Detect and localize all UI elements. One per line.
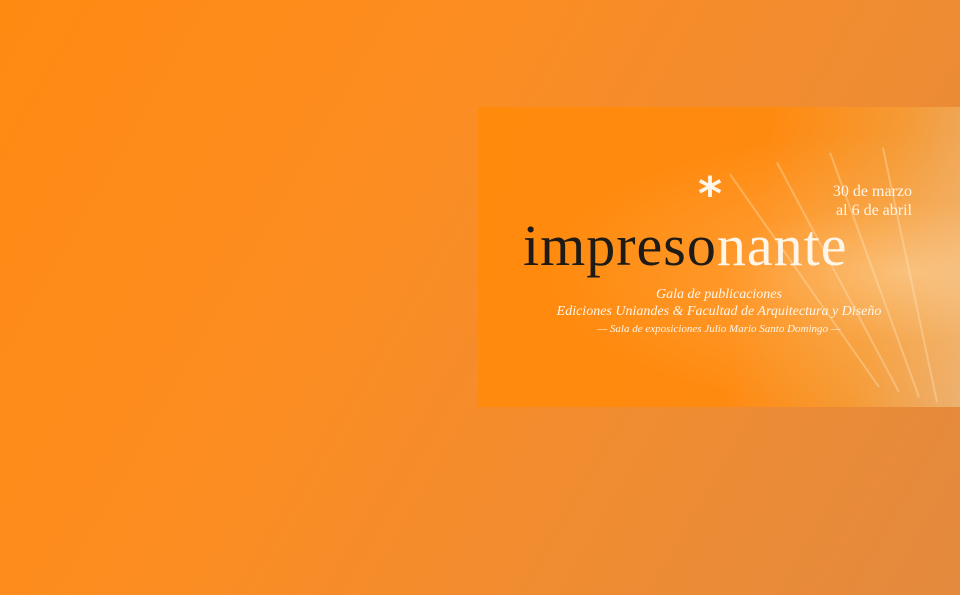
subtitle-venue: — Sala de exposiciones Julio Mario Santo…: [597, 323, 841, 335]
logo-dark-part: impreso: [523, 213, 717, 278]
page: { "banner": { "dates_line1": "30 de marz…: [0, 0, 960, 595]
subtitle-gala: Gala de publicaciones: [656, 287, 782, 302]
dates-line-1: 30 de marzo: [832, 183, 912, 200]
event-logo: impresonante: [523, 217, 847, 275]
asterisk-icon: *: [698, 167, 723, 221]
logo-light-part: nante: [716, 213, 848, 278]
event-banner: * 30 de marzo al 6 de abril impresonante…: [478, 107, 960, 407]
subtitle-publishers: Ediciones Uniandes & Facultad de Arquite…: [556, 304, 882, 319]
